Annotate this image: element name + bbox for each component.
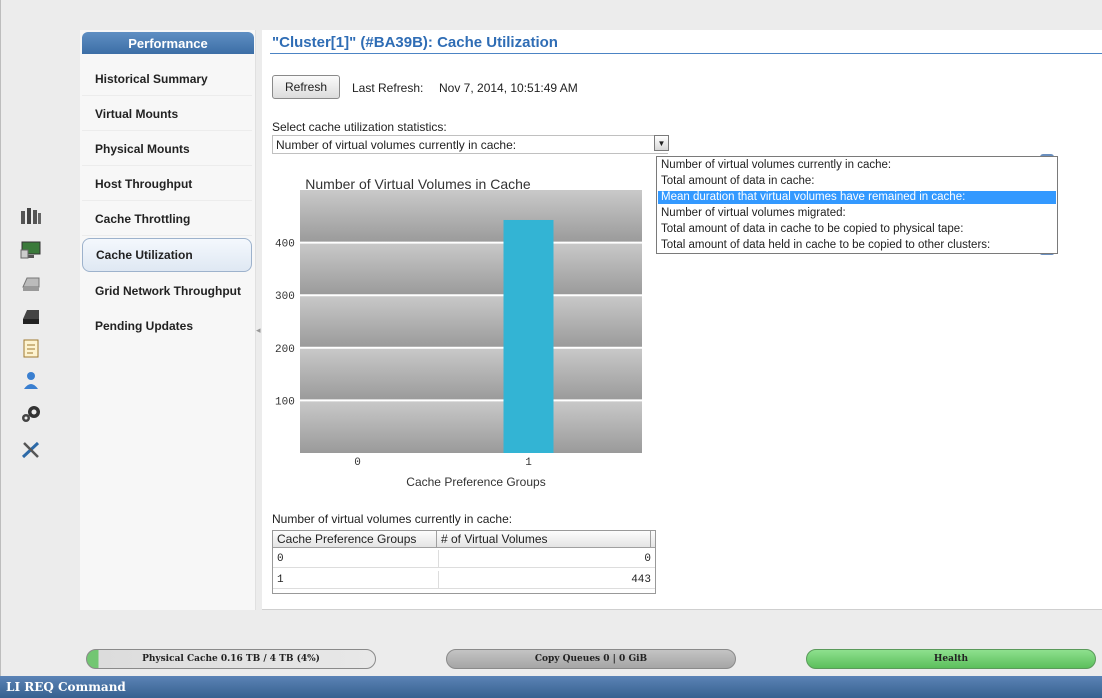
copy-queues-label: Copy Queues 0 | 0 GiB	[534, 654, 648, 664]
y-tick-label: 200	[275, 344, 295, 356]
nav-item-historical-summary[interactable]: Historical Summary	[82, 62, 252, 96]
plot-band	[300, 295, 642, 348]
page-title: "Cluster[1]" (#BA39B): Cache Utilization	[272, 34, 558, 51]
table-cell: 0	[273, 550, 439, 568]
column-header[interactable]: # of Virtual Volumes	[437, 531, 651, 548]
dropdown-option[interactable]: Number of virtual volumes migrated:	[658, 207, 1056, 220]
cluster-icon[interactable]	[20, 205, 42, 225]
last-refresh-label: Last Refresh:	[352, 81, 424, 95]
gears-icon[interactable]	[20, 404, 42, 424]
table-cell: 1	[273, 571, 439, 589]
column-resize-handle[interactable]	[651, 531, 655, 548]
refresh-button[interactable]: Refresh	[272, 75, 340, 99]
data-table: Cache Preference Groups # of Virtual Vol…	[272, 530, 656, 594]
physical-cache-label: Physical Cache 0.16 TB / 4 TB (4%)	[142, 654, 320, 664]
nav-item-pending-updates[interactable]: Pending Updates	[82, 309, 252, 343]
y-tick-label: 100	[275, 396, 295, 408]
copy-queues-pill[interactable]: Copy Queues 0 | 0 GiB	[446, 649, 736, 669]
table-label: Number of virtual volumes currently in c…	[272, 512, 513, 526]
plot-band	[300, 347, 642, 401]
disk-icon[interactable]	[20, 274, 42, 294]
table-cell: 443	[439, 571, 655, 589]
chevron-down-icon[interactable]: ▼	[654, 135, 669, 151]
plot-band	[300, 190, 642, 243]
nav-item-cache-throttling[interactable]: Cache Throttling	[82, 202, 252, 236]
y-tick-label: 400	[275, 239, 295, 251]
chart-x-axis-label: Cache Preference Groups	[406, 475, 545, 489]
x-tick-label: 1	[525, 457, 532, 469]
nav-item-cache-utilization[interactable]: Cache Utilization	[82, 238, 252, 272]
clipboard-icon[interactable]	[20, 338, 42, 358]
user-icon[interactable]	[20, 370, 42, 390]
chart-title: Number of Virtual Volumes in Cache	[305, 176, 531, 192]
dropdown-option-highlighted[interactable]: Mean duration that virtual volumes have …	[658, 191, 1056, 204]
plot-band	[300, 400, 642, 453]
nav-item-physical-mounts[interactable]: Physical Mounts	[82, 132, 252, 166]
plot-band	[300, 242, 642, 296]
monitor-icon[interactable]	[20, 240, 42, 260]
dropdown-option[interactable]: Total amount of data held in cache to be…	[658, 239, 1056, 252]
nav-item-host-throughput[interactable]: Host Throughput	[82, 167, 252, 201]
health-pill[interactable]: Health	[806, 649, 1096, 669]
cache-chart: Number of Virtual Volumes in Cache 100 20…	[275, 176, 642, 489]
footer-command-bar[interactable]: LI REQ Command	[0, 676, 1102, 698]
title-divider	[270, 53, 1102, 54]
column-header[interactable]: Cache Preference Groups	[273, 531, 437, 548]
bar	[503, 219, 554, 453]
nav-item-grid-network-throughput[interactable]: Grid Network Throughput	[82, 274, 252, 308]
y-tick-label: 300	[275, 291, 295, 303]
nav-header: Performance	[82, 32, 254, 54]
tape-drive-icon[interactable]	[20, 307, 42, 327]
statistics-select[interactable]: Number of virtual volumes currently in c…	[272, 135, 668, 154]
nav-item-virtual-mounts[interactable]: Virtual Mounts	[82, 97, 252, 131]
statistics-select-label: Select cache utilization statistics:	[272, 120, 447, 134]
statistics-dropdown-list: Number of virtual volumes currently in c…	[656, 156, 1058, 254]
tools-icon[interactable]	[20, 440, 42, 460]
last-refresh-value: Nov 7, 2014, 10:51:49 AM	[439, 81, 578, 95]
x-tick-label: 0	[354, 457, 361, 469]
dropdown-option[interactable]: Total amount of data in cache:	[658, 175, 1056, 188]
dropdown-option[interactable]: Total amount of data in cache to be copi…	[658, 223, 1056, 236]
health-label: Health	[933, 654, 969, 664]
table-cell: 0	[439, 550, 655, 568]
physical-cache-pill[interactable]: Physical Cache 0.16 TB / 4 TB (4%)	[86, 649, 376, 669]
dropdown-option[interactable]: Number of virtual volumes currently in c…	[658, 159, 1056, 172]
